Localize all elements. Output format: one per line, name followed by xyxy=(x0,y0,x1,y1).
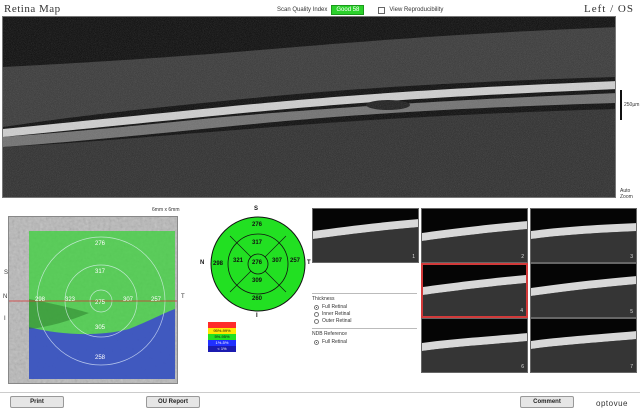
ou-report-button[interactable]: OU Report xyxy=(146,396,200,408)
etdrs-outer-left: 298 xyxy=(213,261,224,267)
enface-outer-right: 257 xyxy=(151,297,162,303)
thickness-title: Thickness xyxy=(312,296,335,302)
thickness-option-outer[interactable]: Outer Retinal xyxy=(314,318,417,324)
etdrs-s-label: S xyxy=(254,206,259,212)
etdrs-inner-left: 321 xyxy=(233,258,244,264)
thumbnail-number: 1 xyxy=(412,254,415,260)
thickness-panel: Thickness Full Retinal Inner Retinal Out… xyxy=(312,293,417,349)
enface-thickness-map[interactable]: 276 317 298 323 275 307 257 305 258 xyxy=(8,216,178,384)
page-title: Retina Map xyxy=(4,3,61,15)
oct-bscan-image[interactable] xyxy=(2,16,616,198)
enface-outer-bottom: 258 xyxy=(95,355,106,361)
comment-button[interactable]: Comment xyxy=(520,396,574,408)
etdrs-outer-top: 276 xyxy=(252,222,263,228)
etdrs-i-label: I xyxy=(256,313,258,319)
radio-icon[interactable] xyxy=(314,339,319,345)
divider xyxy=(0,392,640,393)
legend-dark-blue: < 1% xyxy=(208,346,236,352)
radio-icon[interactable] xyxy=(314,304,319,310)
brand-logo: optovue xyxy=(596,399,628,408)
enface-i-label: I xyxy=(4,316,6,322)
reproducibility-label[interactable]: View Reproducibility xyxy=(389,7,443,13)
thumbnail-bscan[interactable]: 2 xyxy=(421,208,528,263)
thickness-option-inner[interactable]: Inner Retinal xyxy=(314,311,417,317)
thumbnail-number: 4 xyxy=(520,308,523,314)
reference-option-full[interactable]: Full Retinal xyxy=(314,339,417,345)
thumbnail-number: 6 xyxy=(521,364,524,370)
print-button[interactable]: Print xyxy=(10,396,64,408)
thumbnail-number: 7 xyxy=(630,364,633,370)
quality-index: Scan Quality Index Good 58 View Reproduc… xyxy=(277,5,443,15)
etdrs-t-label: T xyxy=(307,260,311,266)
autozoom-checkbox[interactable]: Auto Zoom xyxy=(620,188,633,200)
enface-inner-top: 317 xyxy=(95,269,106,275)
etdrs-inner-bottom: 309 xyxy=(252,278,263,284)
thumbnail-bscan[interactable]: 3 xyxy=(530,208,637,263)
thumbnail-number: 2 xyxy=(521,254,524,260)
thumbnail-bscan-selected[interactable]: 4 xyxy=(421,263,528,318)
normative-legend: 95%-99% 5%-95% 1%-5% < 1% xyxy=(208,322,236,352)
enface-inner-bottom: 305 xyxy=(95,325,106,331)
thumbnail-bscan[interactable]: 7 xyxy=(530,318,637,373)
thickness-option-full[interactable]: Full Retinal xyxy=(314,304,417,310)
etdrs-inner-right: 307 xyxy=(272,258,283,264)
thumbnail-bscan[interactable]: 1 xyxy=(312,208,419,263)
etdrs-center: 276 xyxy=(252,260,263,266)
enface-inner-left: 323 xyxy=(65,297,76,303)
radio-icon[interactable] xyxy=(314,318,319,324)
enface-center: 275 xyxy=(95,300,106,306)
radio-icon[interactable] xyxy=(314,311,319,317)
reference-title: NDB Reference xyxy=(312,331,348,337)
enface-t-label: T xyxy=(181,294,185,300)
quality-label: Scan Quality Index xyxy=(277,7,328,13)
reproducibility-checkbox[interactable] xyxy=(378,6,386,14)
eye-label: Left / OS xyxy=(584,3,634,15)
enface-size-label: 6mm x 6mm xyxy=(152,207,180,213)
etdrs-thickness-chart: S I N T 276 317 298 321 276 307 257 309 … xyxy=(200,206,311,319)
thumbnail-number: 3 xyxy=(630,254,633,260)
enface-inner-right: 307 xyxy=(123,297,134,303)
etdrs-outer-right: 257 xyxy=(290,258,301,264)
enface-outer-left: 298 xyxy=(35,297,46,303)
scale-label: 250µm xyxy=(624,102,640,108)
enface-n-label: N xyxy=(3,294,8,300)
thumbnail-bscan[interactable]: 6 xyxy=(421,318,528,373)
scale-bar xyxy=(620,90,622,120)
enface-outer-top: 276 xyxy=(95,241,106,247)
etdrs-outer-bottom: 260 xyxy=(252,296,263,302)
thumbnail-number: 5 xyxy=(630,309,633,315)
thumbnail-bscan[interactable]: 5 xyxy=(530,263,637,318)
etdrs-inner-top: 317 xyxy=(252,240,263,246)
quality-badge: Good 58 xyxy=(331,5,365,15)
etdrs-n-label: N xyxy=(200,260,205,266)
